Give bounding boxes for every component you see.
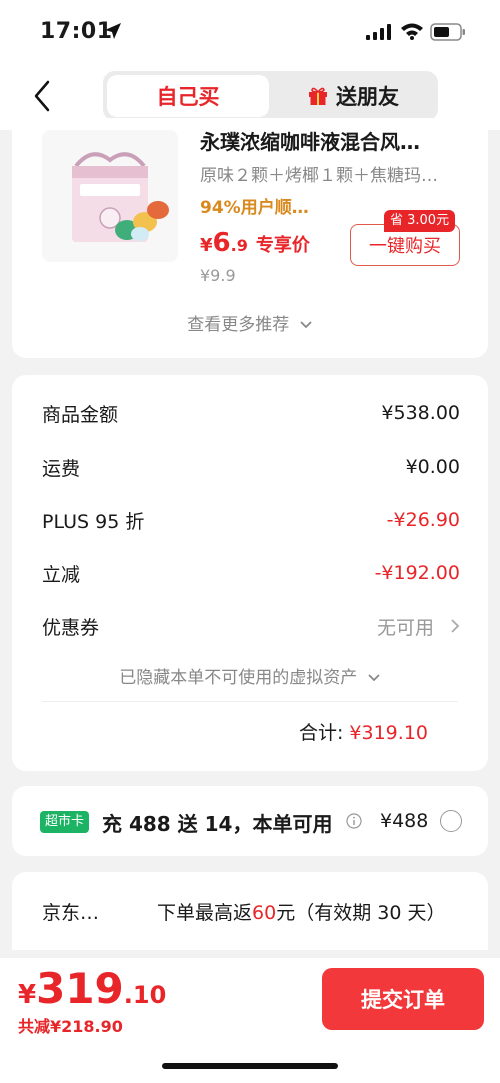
total-value: ¥319.10 [349,722,428,744]
back-arrow-icon[interactable] [28,78,58,114]
divider [42,701,458,702]
chevron-down-icon [368,674,380,682]
product-price: ¥ 6 .9 专享价 [200,228,310,258]
more-recommend-label: 查看更多推荐 [187,315,290,335]
row-label: 运费 [42,457,81,480]
tab-send-friend[interactable]: 送朋友 [273,75,434,117]
jd-rebate-desc: 下单最高返60元（有效期 30 天） [157,898,445,925]
payable-price: ¥ 319 .10 [18,964,166,1013]
info-icon[interactable] [346,813,362,829]
original-price: ¥9.9 [200,266,236,285]
row-value: ¥0.00 [405,456,460,478]
payable-decimal: .10 [123,981,167,1009]
supermarket-card-radio[interactable] [440,810,462,832]
jd-desc-post: 元（有效期 30 天） [276,902,446,924]
gift-icon [309,87,327,105]
row-value: -¥26.90 [386,509,460,531]
tab-self-buy[interactable]: 自己买 [107,75,269,117]
jd-desc-pre: 下单最高返 [157,902,253,924]
wifi-icon [401,23,423,40]
total-label: 合计: [298,722,344,744]
row-shipping: 运费 ¥0.00 [42,452,460,482]
chevron-right-icon [451,619,460,633]
row-value: -¥192.00 [374,562,460,584]
payable-integer: 319 [36,964,124,1013]
battery-icon [430,23,465,41]
supermarket-card-text: 充 488 送 14，本单可用 [102,812,333,836]
supermarket-card-offer[interactable]: 超市卡 充 488 送 14，本单可用 ¥488 [12,786,488,856]
price-decimal: .9 [230,236,248,255]
row-value: ¥538.00 [381,402,460,424]
location-arrow-icon [105,23,121,39]
signal-icon [366,24,391,40]
submit-order-button[interactable]: 提交订单 [322,968,484,1030]
order-summary-card: 商品金额 ¥538.00 运费 ¥0.00 PLUS 95 折 -¥26.90 … [12,375,488,771]
jd-rebate-card[interactable]: 京东… 下单最高返60元（有效期 30 天） [12,872,488,950]
row-label: 立减 [42,563,81,586]
coffee-box-illustration [42,130,178,262]
chevron-down-icon [300,321,312,329]
row-label: 优惠券 [42,616,100,639]
payable-currency: ¥ [18,980,37,1010]
home-indicator [162,1063,338,1069]
bottom-checkout-bar: ¥ 319 .10 共减¥218.90 提交订单 [0,958,500,1083]
save-badge: 省 3.00元 [384,210,456,232]
hidden-assets-label: 已隐藏本单不可使用的虚拟资产 [119,668,358,688]
product-image[interactable] [42,130,178,262]
row-label: PLUS 95 折 [42,510,145,533]
order-total: 合计: ¥319.10 [299,718,428,745]
row-value: 无可用 [377,613,460,640]
status-time: 17:01 [40,19,113,44]
price-tag: 专享价 [255,235,310,256]
product-rating: 94%用户顺… [200,198,309,218]
row-coupon[interactable]: 优惠券 无可用 [42,611,460,641]
supermarket-card-price: ¥488 [380,810,429,832]
row-instant-discount: 立减 -¥192.00 [42,558,460,588]
jd-rebate-name: 京东… [42,902,100,924]
product-title[interactable]: 永璞浓缩咖啡液混合风… [200,126,470,155]
status-bar: 17:01 [0,0,500,64]
supermarket-card-badge: 超市卡 [40,811,90,833]
price-integer: 6 [212,228,231,258]
more-recommend-link[interactable]: 查看更多推荐 [12,310,488,335]
row-plus-discount: PLUS 95 折 -¥26.90 [42,505,460,535]
total-saved: 共减¥218.90 [18,1017,123,1036]
row-label: 商品金额 [42,403,119,426]
coupon-value: 无可用 [376,616,434,639]
recommend-card: 永璞浓缩咖啡液混合风… 原味２颗＋烤椰１颗＋焦糖玛… 94%用户顺… ¥ 6 .… [12,118,488,358]
buy-mode-toggle: 自己买 送朋友 [103,71,438,121]
price-currency: ¥ [200,235,213,256]
tab-send-friend-label: 送朋友 [336,85,399,109]
row-goods-amount: 商品金额 ¥538.00 [42,398,460,428]
hidden-assets-toggle[interactable]: 已隐藏本单不可使用的虚拟资产 [12,663,488,688]
product-spec: 原味２颗＋烤椰１颗＋焦糖玛… [200,166,438,186]
jd-desc-highlight: 60 [252,902,277,924]
